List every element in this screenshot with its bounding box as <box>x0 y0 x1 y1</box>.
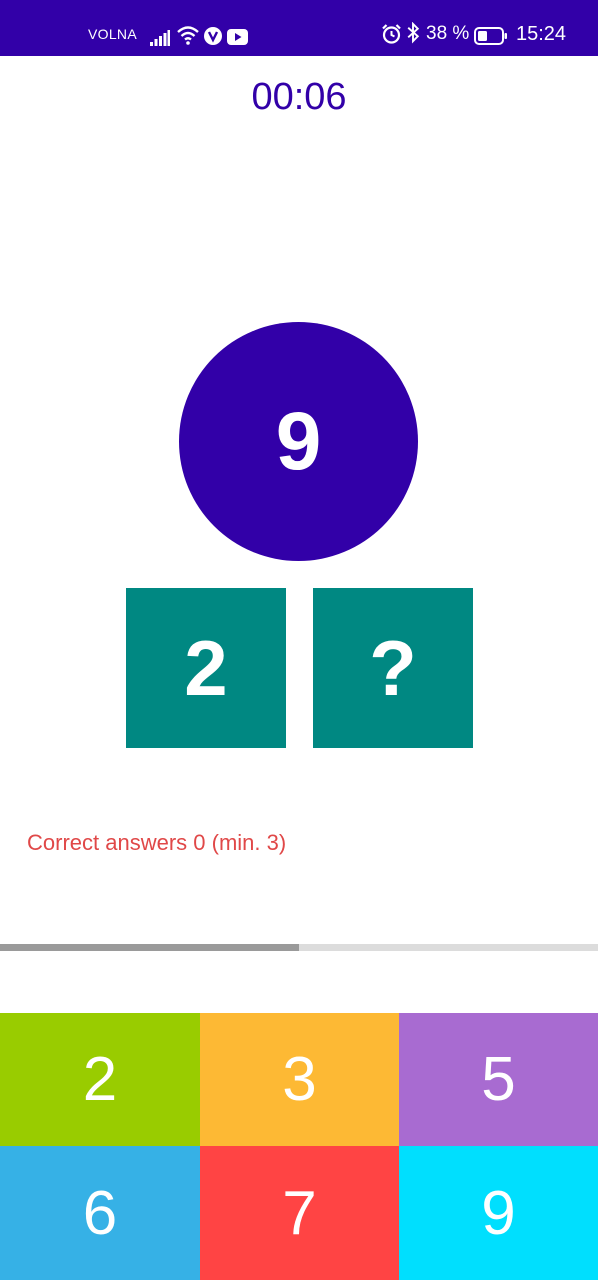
bluetooth-icon <box>407 22 420 44</box>
alarm-icon <box>382 24 401 44</box>
battery-percent: 38 % <box>426 23 470 44</box>
signal-icon <box>150 30 170 46</box>
answer-key-2[interactable]: 2 <box>0 1013 200 1146</box>
answer-key-9[interactable]: 9 <box>399 1146 598 1280</box>
clock-time: 15:24 <box>516 23 567 45</box>
answer-keypad: 2 3 5 6 7 9 <box>0 1013 598 1280</box>
battery-icon <box>474 27 507 45</box>
operand-known-box: 2 <box>126 588 286 748</box>
vpn-icon <box>204 27 222 45</box>
operand-unknown-box: ? <box>313 588 473 748</box>
target-number-circle: 9 <box>179 322 418 561</box>
progress-track <box>0 944 598 951</box>
status-bar: VOLNA 38 % 15:24 <box>0 0 598 56</box>
answer-key-7[interactable]: 7 <box>200 1146 399 1280</box>
carrier-name: VOLNA <box>88 26 137 42</box>
correct-answers-label: Correct answers 0 (min. 3) <box>27 830 287 855</box>
answer-key-3[interactable]: 3 <box>200 1013 399 1146</box>
answer-key-5[interactable]: 5 <box>399 1013 598 1146</box>
youtube-icon <box>227 29 248 45</box>
game-timer: 00:06 <box>251 76 347 118</box>
app-root: VOLNA 38 % 15:24 00:06 9 2 ? Correct ans… <box>0 0 598 1280</box>
answer-key-6[interactable]: 6 <box>0 1146 200 1280</box>
wifi-icon <box>177 26 199 45</box>
progress-fill <box>0 944 299 951</box>
